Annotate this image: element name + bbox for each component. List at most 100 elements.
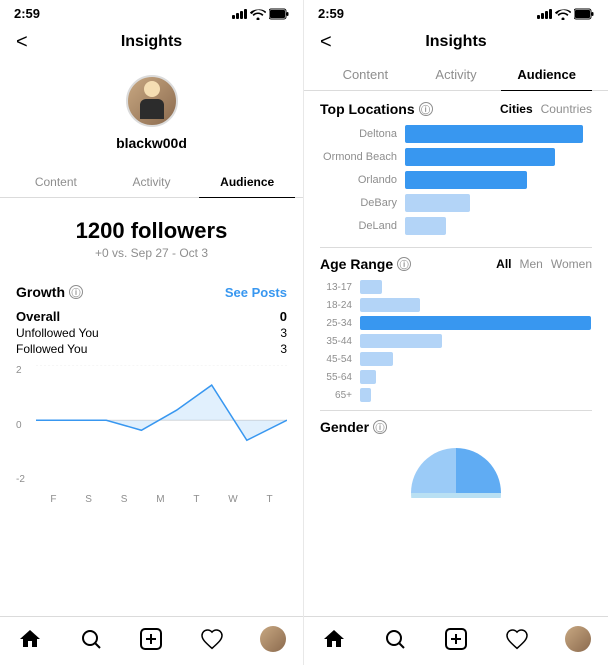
locations-info-icon[interactable]: ⓘ [419, 102, 433, 116]
tab-activity-left[interactable]: Activity [104, 167, 200, 197]
nav-add-right[interactable] [442, 625, 470, 653]
nav-search-left[interactable] [77, 625, 105, 653]
age-label-35-44: 35-44 [320, 336, 360, 347]
signal-bar-4 [244, 9, 247, 19]
y-label-0: 0 [16, 420, 36, 431]
avatar [126, 75, 178, 127]
heart-icon [200, 627, 224, 651]
age-fill-25-34 [360, 316, 591, 330]
growth-section: Growth ⓘ See Posts Overall 0 Unfollowed … [0, 272, 303, 616]
right-status-bar: 2:59 [304, 0, 608, 25]
nav-add-left[interactable] [137, 625, 165, 653]
bar-track-debary [405, 194, 592, 212]
r-signal-bar-2 [541, 13, 544, 19]
tab-activity-right[interactable]: Activity [411, 59, 502, 90]
see-posts-button[interactable]: See Posts [225, 285, 287, 300]
age-info-icon[interactable]: ⓘ [397, 257, 411, 271]
age-range-header: Age Range ⓘ All Men Women [320, 256, 592, 272]
nav-search-right[interactable] [381, 625, 409, 653]
bar-row-debary: DeBary [320, 194, 592, 212]
age-bar-13-17: 13-17 [320, 280, 592, 294]
growth-chart: 2 0 -2 F S S M T [16, 365, 287, 505]
followers-number: 1200 followers [76, 218, 228, 243]
right-header: < Insights [304, 25, 608, 59]
bar-label-ormond: Ormond Beach [320, 151, 405, 163]
right-content: Top Locations ⓘ Cities Countries Deltona… [304, 91, 608, 616]
username: blackw00d [116, 135, 187, 151]
chart-fill [36, 385, 287, 440]
right-add-icon [444, 627, 468, 651]
chart-x-labels: F S S M T W T [36, 494, 287, 505]
y-label-2: 2 [16, 365, 36, 376]
growth-info-icon[interactable]: ⓘ [69, 285, 83, 299]
growth-title: Growth ⓘ [16, 284, 83, 300]
wifi-icon [250, 8, 266, 20]
x-label-w: W [228, 494, 237, 505]
age-label-45-54: 45-54 [320, 354, 360, 365]
followers-date: +0 vs. Sep 27 - Oct 3 [16, 246, 287, 260]
right-status-icons [537, 8, 594, 20]
back-button-left[interactable]: < [16, 31, 28, 54]
gender-chart-svg [406, 443, 506, 498]
y-label-neg2: -2 [16, 474, 36, 485]
gender-info-icon[interactable]: ⓘ [373, 420, 387, 434]
right-tabs: Content Activity Audience [304, 59, 608, 91]
gender-section: Gender ⓘ [320, 419, 592, 498]
nav-avatar-left [260, 626, 286, 652]
bar-row-orlando: Orlando [320, 171, 592, 189]
tab-content-left[interactable]: Content [8, 167, 104, 197]
top-locations-header: Top Locations ⓘ Cities Countries [320, 101, 592, 117]
top-locations-title: Top Locations ⓘ [320, 101, 433, 117]
left-status-bar: 2:59 [0, 0, 303, 25]
nav-profile-right[interactable] [564, 625, 592, 653]
nav-profile-left[interactable] [259, 625, 287, 653]
followers-section: 1200 followers +0 vs. Sep 27 - Oct 3 [0, 198, 303, 272]
nav-avatar-right [565, 626, 591, 652]
age-bars: 13-17 18-24 25-34 35-44 45-54 [320, 280, 592, 402]
age-range-section: Age Range ⓘ All Men Women 13-17 18-24 [320, 256, 592, 402]
overall-value: 0 [280, 309, 287, 324]
avatar-body [140, 99, 164, 119]
age-fill-35-44 [360, 334, 442, 348]
signal-bar-1 [232, 15, 235, 19]
age-bar-25-34: 25-34 [320, 316, 592, 330]
back-button-right[interactable]: < [320, 31, 332, 54]
location-toggle-group: Cities Countries [500, 102, 592, 116]
divider-2 [320, 410, 592, 411]
countries-toggle[interactable]: Countries [541, 102, 592, 116]
bar-label-deland: DeLand [320, 220, 405, 232]
followed-label: Followed You [16, 342, 87, 356]
gender-chart-container [320, 443, 592, 498]
x-label-m: M [156, 494, 164, 505]
unfollowed-label: Unfollowed You [16, 326, 99, 340]
bar-label-deltona: Deltona [320, 128, 405, 140]
bar-row-deltona: Deltona [320, 125, 592, 143]
all-toggle[interactable]: All [496, 257, 511, 271]
bar-track-deland [405, 217, 592, 235]
x-label-f: F [50, 494, 56, 505]
x-label-s1: S [85, 494, 92, 505]
right-search-icon [383, 627, 407, 651]
tab-content-right[interactable]: Content [320, 59, 411, 90]
cities-toggle[interactable]: Cities [500, 102, 533, 116]
nav-heart-left[interactable] [198, 625, 226, 653]
chart-y-labels: 2 0 -2 [16, 365, 36, 485]
women-toggle[interactable]: Women [551, 257, 592, 271]
add-icon [139, 627, 163, 651]
bar-fill-deltona [405, 125, 583, 143]
age-fill-18-24 [360, 298, 420, 312]
men-toggle[interactable]: Men [520, 257, 543, 271]
tab-audience-left[interactable]: Audience [199, 167, 295, 197]
nav-heart-right[interactable] [503, 625, 531, 653]
tab-audience-right[interactable]: Audience [501, 59, 592, 90]
right-heart-icon [505, 627, 529, 651]
nav-home-left[interactable] [16, 625, 44, 653]
growth-row-unfollowed: Unfollowed You 3 [16, 325, 287, 341]
age-bar-45-54: 45-54 [320, 352, 592, 366]
left-tabs: Content Activity Audience [0, 167, 303, 198]
r-signal-bar-3 [545, 11, 548, 19]
age-label-65plus: 65+ [320, 390, 360, 401]
age-bar-55-64: 55-64 [320, 370, 592, 384]
right-bottom-nav [304, 616, 608, 665]
nav-home-right[interactable] [320, 625, 348, 653]
